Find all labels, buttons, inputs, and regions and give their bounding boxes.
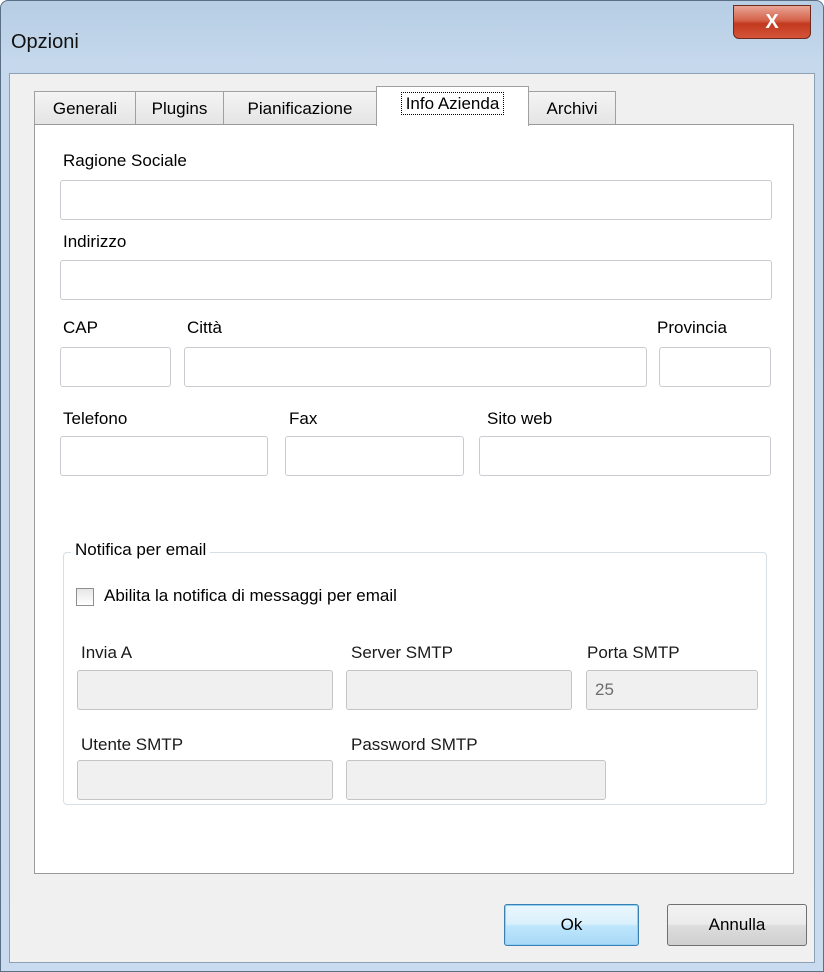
citta-input[interactable] xyxy=(184,347,647,387)
telefono-input[interactable] xyxy=(60,436,268,476)
options-dialog: Opzioni X Generali Plugins Pianificazion… xyxy=(0,0,824,972)
tab-label: Archivi xyxy=(546,99,598,118)
provincia-label: Provincia xyxy=(657,318,727,337)
annulla-button-label: Annulla xyxy=(708,915,766,934)
tab-label: Pianificazione xyxy=(247,99,353,118)
ragione-sociale-input[interactable] xyxy=(60,180,772,220)
utente-smtp-input[interactable] xyxy=(77,760,333,800)
server-smtp-input[interactable] xyxy=(346,670,572,710)
info-azienda-panel: Ragione Sociale Indirizzo CAP Città Prov… xyxy=(34,124,794,874)
tab-label: Plugins xyxy=(151,99,208,118)
tab-plugins[interactable]: Plugins xyxy=(135,91,224,125)
enable-email-notification-label[interactable]: Abilita la notifica di messaggi per emai… xyxy=(104,586,397,606)
dialog-body: Generali Plugins Pianificazione Info Azi… xyxy=(9,73,815,963)
ok-button-label: Ok xyxy=(560,915,583,934)
title-bar[interactable]: Opzioni X xyxy=(1,1,823,71)
email-notification-group-title: Notifica per email xyxy=(71,540,211,560)
close-icon: X xyxy=(765,11,779,33)
porta-smtp-input[interactable] xyxy=(586,670,758,710)
password-smtp-label: Password SMTP xyxy=(351,735,478,754)
fax-input[interactable] xyxy=(285,436,464,476)
sito-web-label: Sito web xyxy=(487,409,553,428)
sito-web-input[interactable] xyxy=(479,436,771,476)
indirizzo-input[interactable] xyxy=(60,260,772,300)
indirizzo-label: Indirizzo xyxy=(63,232,127,251)
window-title: Opzioni xyxy=(11,31,79,53)
tab-pianificazione[interactable]: Pianificazione xyxy=(223,91,377,125)
annulla-button[interactable]: Annulla xyxy=(667,904,807,946)
telefono-label: Telefono xyxy=(63,409,128,428)
cap-input[interactable] xyxy=(60,347,171,387)
cap-label: CAP xyxy=(63,318,98,337)
tab-label: Info Azienda xyxy=(400,92,505,115)
close-button[interactable]: X xyxy=(733,5,811,39)
tab-label: Generali xyxy=(52,99,118,118)
citta-label: Città xyxy=(187,318,222,337)
server-smtp-label: Server SMTP xyxy=(351,643,454,662)
provincia-input[interactable] xyxy=(659,347,771,387)
tab-info-azienda[interactable]: Info Azienda xyxy=(376,86,529,126)
fax-label: Fax xyxy=(289,409,318,428)
enable-email-notification-checkbox[interactable] xyxy=(76,588,94,606)
ragione-sociale-label: Ragione Sociale xyxy=(63,151,187,170)
ok-button[interactable]: Ok xyxy=(504,904,639,946)
utente-smtp-label: Utente SMTP xyxy=(81,735,184,754)
invia-a-input[interactable] xyxy=(77,670,333,710)
tab-generali[interactable]: Generali xyxy=(34,91,136,125)
invia-a-label: Invia A xyxy=(81,643,133,662)
password-smtp-input[interactable] xyxy=(346,760,606,800)
tab-archivi[interactable]: Archivi xyxy=(528,91,616,125)
porta-smtp-label: Porta SMTP xyxy=(587,643,680,662)
